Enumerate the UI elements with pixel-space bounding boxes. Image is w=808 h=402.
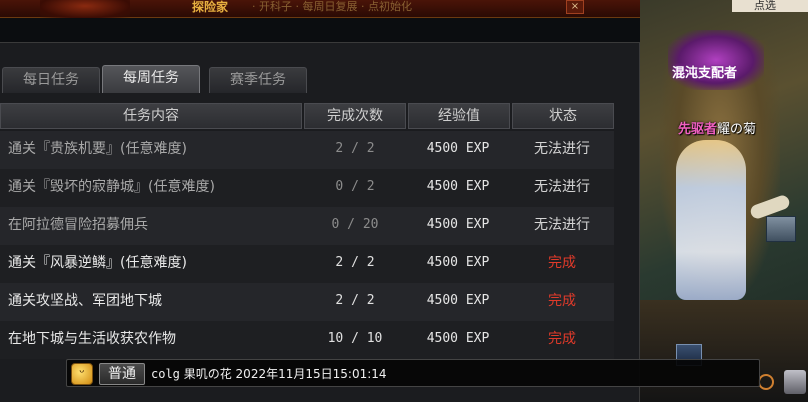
header-quest-content: 任务内容 (0, 103, 302, 129)
character-nameplate: 先驱者耀の菊 (678, 118, 756, 137)
banner-close-button[interactable]: × (566, 0, 584, 14)
quest-name: 通关『风暴逆鳞』(任意难度) (8, 255, 187, 271)
quest-name: 在地下城与生活收获农作物 (8, 331, 176, 347)
scene-top-tab[interactable]: 点选 (732, 0, 808, 12)
tab-season-quests[interactable]: 赛季任务 (209, 67, 307, 93)
quest-exp: 4500 EXP (426, 141, 490, 156)
quest-status: 无法进行 (534, 217, 590, 233)
guild-emblem-icon (668, 30, 764, 90)
quest-name: 通关攻坚战、军团地下城 (8, 293, 162, 309)
banner-subtitle: · 开科子 · 每周日复展 · 点初始化 (252, 0, 412, 13)
quest-name: 在阿拉德冒险招募佣兵 (8, 217, 148, 233)
quest-exp: 4500 EXP (426, 331, 490, 346)
chat-channel-button[interactable]: 普通 (99, 363, 145, 385)
quest-count: 0 / 20 (331, 217, 379, 232)
header-exp: 经验值 (408, 103, 510, 129)
quest-status: 完成 (548, 255, 576, 271)
chat-bar[interactable]: ᵕ 普通 colg 果叽の花 2022年11月15日15:01:14 (66, 359, 760, 387)
header-completion-count: 完成次数 (304, 103, 406, 129)
quest-exp: 4500 EXP (426, 255, 490, 270)
quest-count: 0 / 2 (335, 179, 375, 194)
banner-emblem-icon (40, 0, 130, 18)
quest-count: 2 / 2 (335, 141, 375, 156)
ring-icon[interactable] (758, 374, 774, 390)
chest-icon[interactable] (766, 216, 796, 242)
quest-panel: 每日任务 每周任务 赛季任务 任务内容 完成次数 经验值 状态 通关『贵族机要』… (0, 42, 640, 402)
character-sprite[interactable] (676, 140, 746, 300)
quest-name: 通关『贵族机要』(任意难度) (8, 141, 187, 157)
quest-status: 无法进行 (534, 141, 590, 157)
tab-weekly-quests[interactable]: 每周任务 (102, 65, 200, 93)
chat-sender: colg (151, 367, 180, 381)
banner-title: 探险家 (192, 0, 229, 14)
game-scene: 点选 混沌支配者 先驱者耀の菊 (640, 0, 808, 402)
guild-name: 混沌支配者 (672, 66, 738, 81)
quest-count: 2 / 2 (335, 293, 375, 308)
table-row[interactable]: 通关『贵族机要』(任意难度) 2 / 2 4500 EXP 无法进行 (0, 131, 614, 169)
table-row[interactable]: 通关『风暴逆鳞』(任意难度) 2 / 2 4500 EXP 完成 (0, 245, 614, 283)
table-row[interactable]: 通关『毁坏的寂静城』(任意难度) 0 / 2 4500 EXP 无法进行 (0, 169, 614, 207)
smile-face-icon[interactable]: ᵕ (71, 363, 93, 385)
chat-message-text: 果叽の花 2022年11月15日15:01:14 (183, 367, 387, 381)
quest-exp: 4500 EXP (426, 293, 490, 308)
header-status: 状态 (512, 103, 614, 129)
character-name: 耀の菊 (717, 122, 757, 137)
chat-message: colg 果叽の花 2022年11月15日15:01:14 (151, 360, 387, 388)
quest-count: 10 / 10 (327, 331, 383, 346)
tab-daily-quests[interactable]: 每日任务 (2, 67, 100, 93)
event-banner: 探险家 · 开科子 · 每周日复展 · 点初始化 × (0, 0, 640, 18)
quest-table: 任务内容 完成次数 经验值 状态 通关『贵族机要』(任意难度) 2 / 2 45… (0, 103, 614, 359)
quest-count: 2 / 2 (335, 255, 375, 270)
quest-exp: 4500 EXP (426, 179, 490, 194)
table-header: 任务内容 完成次数 经验值 状态 (0, 103, 614, 131)
quest-status: 无法进行 (534, 179, 590, 195)
quest-name: 通关『毁坏的寂静城』(任意难度) (8, 179, 215, 195)
quest-status: 完成 (548, 331, 576, 347)
table-row[interactable]: 在阿拉德冒险招募佣兵 0 / 20 4500 EXP 无法进行 (0, 207, 614, 245)
table-row[interactable]: 在地下城与生活收获农作物 10 / 10 4500 EXP 完成 (0, 321, 614, 359)
quest-exp: 4500 EXP (426, 217, 490, 232)
quest-status: 完成 (548, 293, 576, 309)
table-row[interactable]: 通关攻坚战、军团地下城 2 / 2 4500 EXP 完成 (0, 283, 614, 321)
menu-icon[interactable] (784, 370, 806, 394)
character-class: 先驱者 (678, 122, 718, 137)
